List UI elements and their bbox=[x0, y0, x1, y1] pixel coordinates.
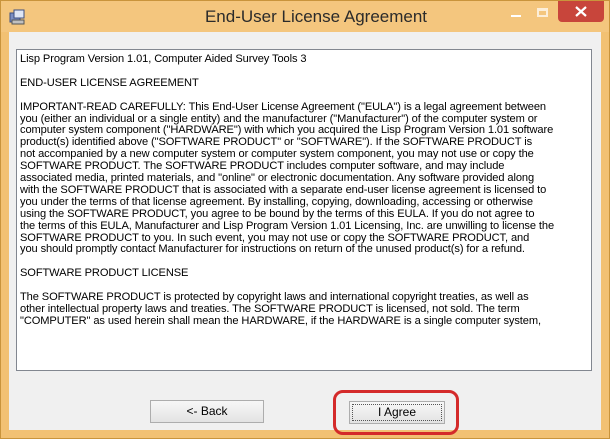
window-title: End-User License Agreement bbox=[204, 7, 428, 26]
title-bar[interactable]: End-User License Agreement bbox=[1, 1, 609, 32]
license-line: you under the terms of that license agre… bbox=[20, 195, 533, 208]
license-line: IMPORTANT-READ CAREFULLY: This End-User … bbox=[20, 100, 546, 113]
license-line: the terms of this EULA, Manufacturer and… bbox=[20, 219, 555, 232]
minimize-button[interactable] bbox=[503, 4, 529, 24]
license-text-box[interactable]: Lisp Program Version 1.01, Computer Aide… bbox=[16, 49, 592, 371]
license-heading: END-USER LICENSE AGREEMENT bbox=[20, 76, 199, 89]
license-line: using the SOFTWARE PRODUCT, you agree to… bbox=[20, 207, 535, 220]
close-icon bbox=[575, 6, 587, 17]
maximize-icon bbox=[537, 8, 548, 17]
back-button[interactable]: <- Back bbox=[150, 400, 264, 423]
vertical-scrollbar[interactable]: ▲ ▼ bbox=[591, 50, 592, 370]
license-text: Lisp Program Version 1.01, Computer Aide… bbox=[20, 53, 574, 328]
setup-icon bbox=[9, 9, 25, 25]
close-button[interactable] bbox=[558, 1, 604, 22]
license-line: "COMPUTER" as used herein shall mean the… bbox=[20, 314, 541, 327]
license-heading: SOFTWARE PRODUCT LICENSE bbox=[20, 267, 189, 280]
red-highlight-circle bbox=[333, 390, 459, 435]
maximize-button[interactable] bbox=[533, 5, 553, 23]
minimize-icon bbox=[511, 15, 521, 17]
license-line: you should promptly contact Manufacturer… bbox=[20, 243, 525, 256]
license-line: Lisp Program Version 1.01, Computer Aide… bbox=[20, 53, 307, 65]
